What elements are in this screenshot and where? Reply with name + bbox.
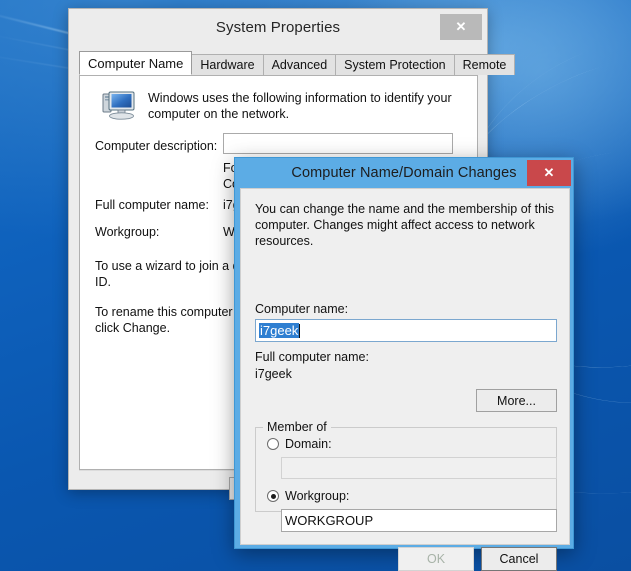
domain-input[interactable] (281, 457, 557, 479)
dialog-body: You can change the name and the membersh… (240, 188, 570, 571)
identify-computer-text: Windows uses the following information t… (148, 91, 452, 121)
workgroup-label: Workgroup: (95, 225, 160, 239)
computer-monitor-icon (102, 90, 136, 122)
dialog-cancel-button[interactable]: Cancel (481, 547, 557, 571)
computer-description-label: Computer description: (95, 139, 218, 153)
tab-computer-name[interactable]: Computer Name (79, 51, 193, 75)
dialog-title: Computer Name/Domain Changes (291, 165, 517, 181)
member-of-label: Member of (263, 420, 331, 434)
tab-system-protection[interactable]: System Protection (335, 54, 455, 75)
workgroup-input[interactable]: WORKGROUP (281, 509, 557, 532)
domain-radio-row[interactable]: Domain: (267, 437, 332, 451)
system-properties-titlebar[interactable]: System Properties ✕ (69, 9, 487, 45)
computer-name-label: Computer name: (255, 302, 349, 316)
computer-name-input[interactable]: i7geek (255, 319, 557, 342)
close-icon[interactable]: ✕ (527, 160, 571, 186)
more-button[interactable]: More... (476, 389, 557, 412)
workgroup-radio-icon[interactable] (267, 490, 279, 502)
computer-description-input[interactable] (223, 133, 453, 154)
tab-advanced[interactable]: Advanced (262, 54, 337, 75)
dialog-ok-button[interactable]: OK (398, 547, 474, 571)
workgroup-radio-row[interactable]: Workgroup: (267, 489, 349, 503)
tab-remote[interactable]: Remote (453, 54, 516, 75)
domain-radio-label: Domain: (285, 437, 332, 451)
close-icon[interactable]: ✕ (440, 14, 482, 40)
dialog-titlebar[interactable]: Computer Name/Domain Changes ✕ (235, 158, 573, 188)
computer-name-input-value: i7geek (259, 323, 300, 338)
full-computer-name-label: Full computer name: (95, 198, 209, 212)
full-computer-name-value: i7geek (255, 367, 292, 381)
tab-hardware[interactable]: Hardware (191, 54, 264, 75)
dialog-intro-text: You can change the name and the membersh… (255, 202, 555, 248)
computer-name-domain-changes-dialog: Computer Name/Domain Changes ✕ You can c… (234, 157, 574, 571)
workgroup-radio-label: Workgroup: (285, 489, 350, 503)
text-caret (299, 323, 301, 338)
system-properties-title: System Properties (215, 18, 341, 36)
system-properties-tabstrip: Computer Name Hardware Advanced System P… (79, 51, 516, 75)
full-computer-name-label: Full computer name: (255, 350, 369, 364)
domain-radio-icon[interactable] (267, 438, 279, 450)
